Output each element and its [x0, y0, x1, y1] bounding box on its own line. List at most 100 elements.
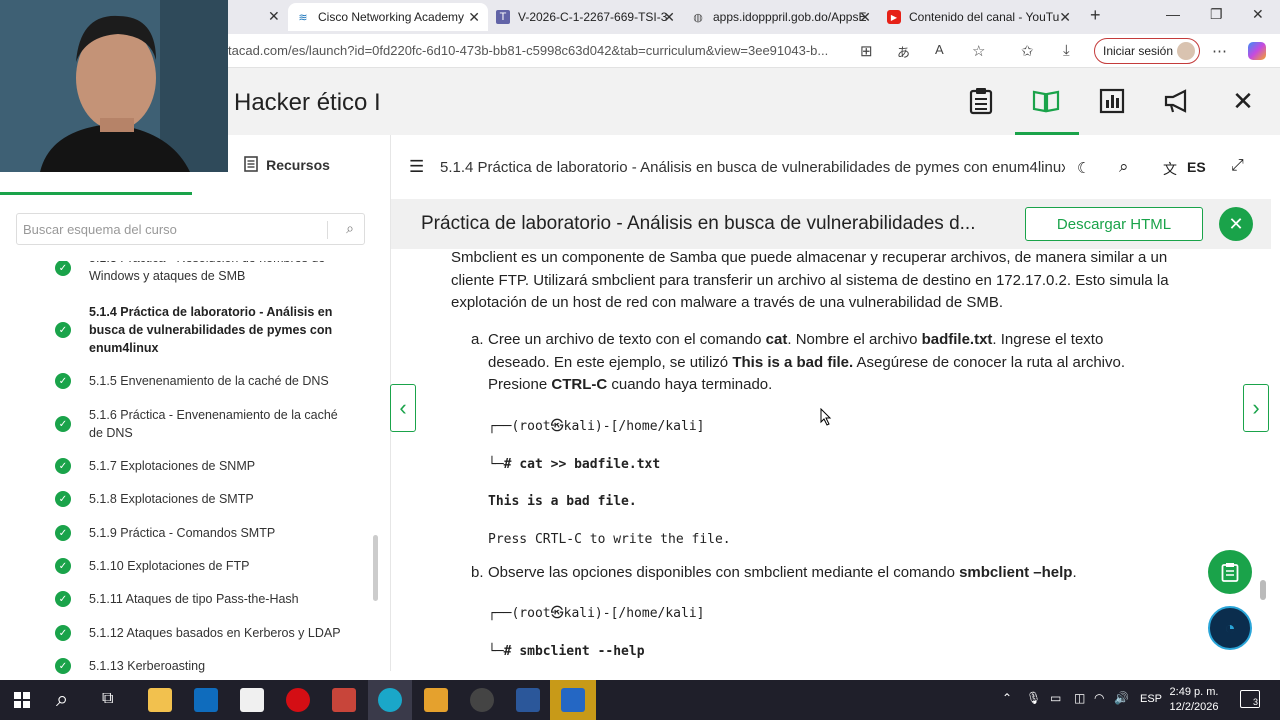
- download-html-button[interactable]: Descargar HTML: [1025, 207, 1203, 241]
- dark-mode-icon[interactable]: ☾: [1077, 159, 1090, 177]
- close-tab-icon[interactable]: ✕: [859, 9, 871, 26]
- expand-icon[interactable]: ⤢: [1231, 157, 1244, 175]
- code-command: └─# smbclient --help: [488, 644, 645, 659]
- language-icon[interactable]: 文: [1163, 159, 1177, 179]
- mic-icon[interactable]: 🎙: [1026, 691, 1041, 705]
- book-icon[interactable]: [1031, 86, 1061, 116]
- clock[interactable]: 2:49 p. m. 12/2/2026: [1168, 685, 1220, 715]
- tab-apps[interactable]: ◍ apps.idopppril.gob.do/AppsE ✕: [683, 3, 879, 31]
- edge-icon[interactable]: [378, 688, 402, 712]
- collapse-sidebar-icon[interactable]: ☰: [409, 157, 424, 177]
- megaphone-icon[interactable]: [1162, 86, 1192, 116]
- check-icon: ✓: [55, 322, 71, 338]
- translate-icon[interactable]: あ: [897, 42, 910, 61]
- close-tab-icon[interactable]: ✕: [268, 8, 280, 25]
- grades-chart-icon[interactable]: [1097, 86, 1127, 116]
- intro-paragraph: Smbclient es un componente de Samba que …: [451, 249, 1169, 311]
- lab-document: Smbclient es un componente de Samba que …: [451, 249, 1211, 671]
- window-close-icon[interactable]: ✕: [1252, 6, 1264, 23]
- step-text: Observe las opciones disponibles con smb…: [488, 564, 1077, 581]
- close-lab-icon[interactable]: ✕: [1219, 207, 1253, 241]
- tab-teams[interactable]: T V-2026-C-1-2267-669-TSI-3 ✕: [488, 3, 683, 31]
- search-icon[interactable]: ⌕: [346, 220, 354, 237]
- search-icon[interactable]: ⌕: [1119, 157, 1129, 177]
- tab-title: apps.idopppril.gob.do/AppsE: [713, 10, 867, 24]
- read-aloud-icon[interactable]: A: [935, 42, 944, 57]
- resources-label: Recursos: [266, 157, 330, 173]
- store-icon[interactable]: [240, 688, 264, 712]
- app-icon[interactable]: [470, 688, 494, 712]
- more-icon[interactable]: ⋯: [1212, 42, 1227, 60]
- outline-item-label: 5.1.10 Explotaciones de FTP: [89, 559, 250, 573]
- chevron-left-icon: ‹: [399, 395, 407, 420]
- youtube-icon: ▶: [887, 10, 901, 24]
- close-tab-icon[interactable]: ✕: [1059, 9, 1071, 26]
- speaker-icon[interactable]: ◫: [1074, 691, 1085, 705]
- signin-button[interactable]: Iniciar sesión: [1094, 38, 1200, 64]
- favorite-star-icon[interactable]: ☆: [972, 42, 985, 60]
- minimize-icon[interactable]: —: [1166, 6, 1180, 22]
- battery-icon[interactable]: ▭: [1050, 691, 1061, 705]
- file-explorer-icon[interactable]: [148, 688, 172, 712]
- close-tab-icon[interactable]: ✕: [663, 9, 675, 26]
- copilot-icon[interactable]: [1248, 42, 1266, 60]
- prev-page-button[interactable]: ‹: [390, 384, 416, 432]
- windows-start-icon[interactable]: [14, 692, 30, 708]
- content-scrollbar[interactable]: [1260, 580, 1266, 600]
- document-icon: [244, 155, 258, 175]
- close-course-icon[interactable]: ✕: [1228, 86, 1258, 116]
- check-icon: ✓: [55, 658, 71, 674]
- outline-item-label: 5.1.6 Práctica - Envenenamiento de la ca…: [89, 408, 338, 440]
- date-label: 12/2/2026: [1169, 701, 1219, 713]
- teams-icon: T: [496, 10, 510, 24]
- check-icon: ✓: [55, 261, 71, 276]
- outline-item-label: 5.1.3 Práctica - Resolución de nombres d…: [89, 261, 325, 283]
- outline-search-input[interactable]: Buscar esquema del curso ⌕: [16, 213, 365, 245]
- check-icon: ✓: [55, 458, 71, 474]
- lab-title: Práctica de laboratorio - Análisis en bu…: [421, 213, 976, 234]
- content-panel: ☰ 5.1.4 Práctica de laboratorio - Anális…: [390, 135, 1271, 671]
- outline-item-label: 5.1.8 Explotaciones de SMTP: [89, 492, 254, 506]
- keyboard-language[interactable]: ESP: [1140, 693, 1162, 705]
- restore-icon[interactable]: ❐: [1210, 6, 1223, 23]
- assistant-button[interactable]: ◔: [1208, 606, 1252, 650]
- check-icon: ✓: [55, 373, 71, 389]
- chevron-up-icon[interactable]: ⌃: [1002, 691, 1012, 705]
- language-label[interactable]: ES: [1187, 159, 1206, 175]
- step-letter: a.: [471, 331, 484, 348]
- notes-button[interactable]: [1208, 550, 1252, 594]
- code-command: └─# cat >> badfile.txt: [488, 457, 661, 472]
- new-tab-icon[interactable]: +: [1090, 5, 1101, 26]
- app-available-icon[interactable]: ⊞: [860, 42, 873, 60]
- close-tab-icon[interactable]: ✕: [468, 9, 480, 26]
- favorites-icon[interactable]: ✩: [1021, 42, 1034, 60]
- tab-title: V-2026-C-1-2267-669-TSI-3: [518, 10, 668, 24]
- outline-item-label: 5.1.12 Ataques basados en Kerberos y LDA…: [89, 626, 341, 640]
- clipboard-icon[interactable]: [966, 86, 996, 116]
- tab-youtube[interactable]: ▶ Contenido del canal - YouTu ✕: [879, 3, 1079, 31]
- search-icon[interactable]: ⌕: [56, 686, 68, 712]
- active-tab-indicator: [0, 192, 192, 195]
- task-view-icon[interactable]: ⧉: [102, 690, 113, 708]
- word-icon[interactable]: [516, 688, 540, 712]
- volume-icon[interactable]: 🔊: [1114, 691, 1129, 705]
- shield-icon[interactable]: [561, 688, 585, 712]
- tab-title: Contenido del canal - YouTu: [909, 10, 1060, 24]
- outlook-icon[interactable]: [194, 688, 218, 712]
- notifications-button[interactable]: 3: [1240, 690, 1260, 708]
- outline-item-label: 5.1.5 Envenenamiento de la caché de DNS: [89, 374, 329, 388]
- signin-label: Iniciar sesión: [1103, 44, 1174, 58]
- next-page-button[interactable]: ›: [1243, 384, 1269, 432]
- app-icon[interactable]: [332, 688, 356, 712]
- outline-scrollbar[interactable]: [373, 535, 378, 601]
- tab-cisco[interactable]: ≋ Cisco Networking Academy ✕: [288, 3, 488, 31]
- code-prompt: ┌──(root㉿kali)-[/home/kali]: [488, 606, 705, 621]
- wifi-icon[interactable]: ◠: [1094, 691, 1104, 705]
- downloads-icon[interactable]: ⤓: [1063, 42, 1070, 59]
- content-toolbar: ☰ 5.1.4 Práctica de laboratorio - Anális…: [391, 135, 1271, 199]
- url-field[interactable]: tacad.com/es/launch?id=0fd220fc-6d10-473…: [228, 43, 828, 58]
- opera-icon[interactable]: [286, 688, 310, 712]
- time-label: 2:49 p. m.: [1169, 686, 1219, 698]
- app-icon[interactable]: [424, 688, 448, 712]
- divider: [327, 221, 328, 239]
